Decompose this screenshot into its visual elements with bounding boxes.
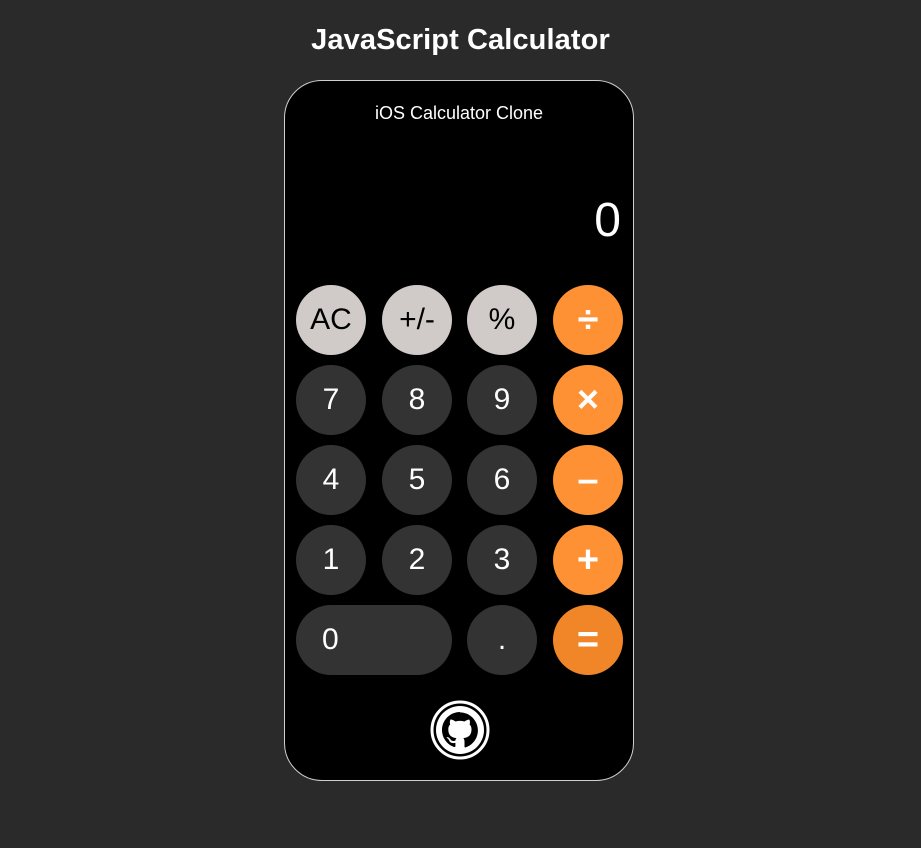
percent-button[interactable]: % (467, 285, 537, 355)
calculator-frame: iOS Calculator Clone 0 AC +/- % ÷ 7 8 9 … (284, 80, 634, 781)
clear-button[interactable]: AC (296, 285, 366, 355)
decimal-button[interactable]: . (467, 605, 537, 675)
digit-0-button[interactable]: 0 (296, 605, 452, 675)
digit-1-button[interactable]: 1 (296, 525, 366, 595)
digit-9-button[interactable]: 9 (467, 365, 537, 435)
multiply-button[interactable]: × (553, 365, 623, 435)
add-button[interactable]: + (553, 525, 623, 595)
equals-button[interactable]: = (553, 605, 623, 675)
digit-8-button[interactable]: 8 (382, 365, 452, 435)
calculator-display: 0 (594, 194, 621, 247)
digit-4-button[interactable]: 4 (296, 445, 366, 515)
digit-6-button[interactable]: 6 (467, 445, 537, 515)
digit-7-button[interactable]: 7 (296, 365, 366, 435)
github-logo-graphic (430, 700, 490, 760)
divide-button[interactable]: ÷ (553, 285, 623, 355)
plus-minus-button[interactable]: +/- (382, 285, 452, 355)
digit-2-button[interactable]: 2 (382, 525, 452, 595)
subtract-button[interactable]: – (553, 445, 623, 515)
digit-5-button[interactable]: 5 (382, 445, 452, 515)
page-title: JavaScript Calculator (311, 24, 610, 56)
calculator-subtitle: iOS Calculator Clone (374, 103, 544, 123)
github-icon[interactable] (430, 700, 490, 760)
digit-3-button[interactable]: 3 (467, 525, 537, 595)
